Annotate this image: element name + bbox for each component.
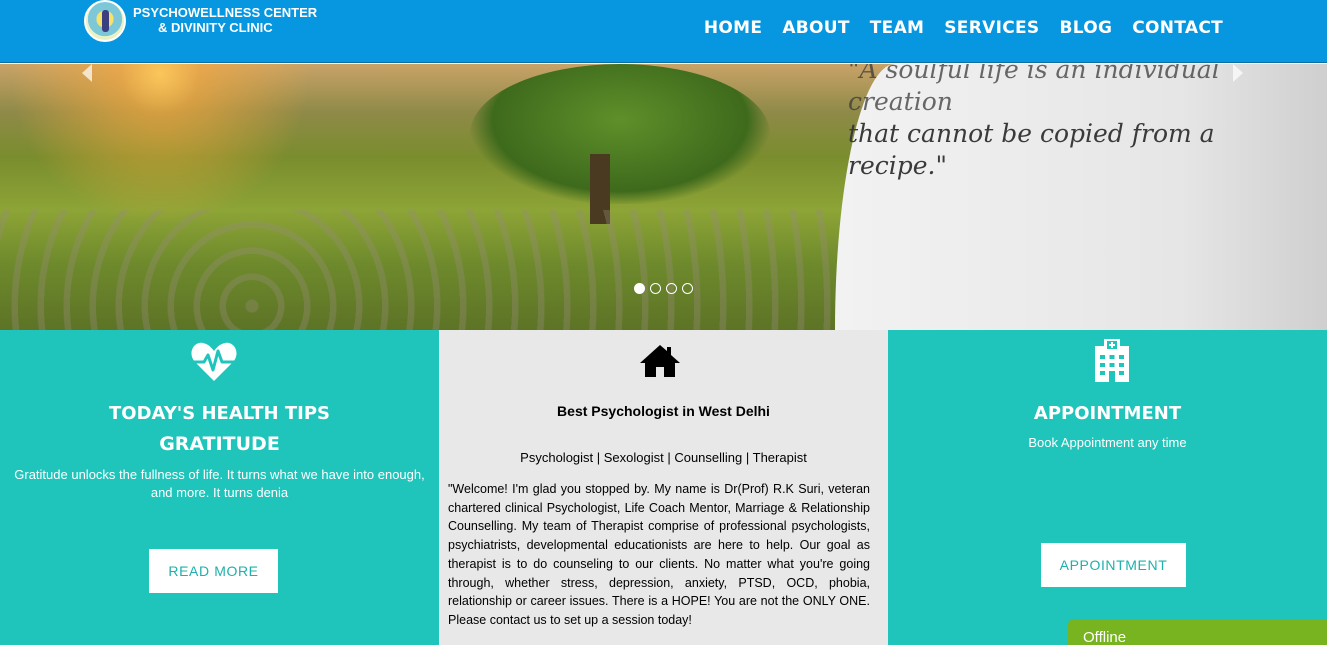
main-nav: HOME ABOUT TEAM SERVICES BLOG CONTACT [704, 18, 1223, 38]
chat-offline-widget[interactable]: Offline [1068, 619, 1327, 645]
hero-landscape [0, 210, 840, 330]
heartbeat-icon [191, 342, 237, 381]
slider-dot-1[interactable] [634, 283, 645, 294]
slider-dot-4[interactable] [682, 283, 693, 294]
hospital-icon [1095, 339, 1129, 382]
slider-prev-arrow-icon[interactable] [82, 64, 92, 82]
slider-dot-2[interactable] [650, 283, 661, 294]
slider-next-arrow-icon[interactable] [1233, 64, 1243, 82]
tips-text: Gratitude unlocks the fullness of life. … [14, 467, 425, 500]
hero-quote: "A soulful life is an individual creatio… [848, 64, 1318, 182]
home-icon [640, 345, 680, 377]
nav-about[interactable]: ABOUT [782, 18, 849, 38]
about-panel: Best Psychologist in West Delhi Psycholo… [439, 330, 888, 645]
nav-team[interactable]: TEAM [870, 18, 924, 38]
nav-contact[interactable]: CONTACT [1132, 18, 1223, 38]
quote-line-2: that cannot be copied from a recipe." [848, 119, 1215, 180]
tips-subtitle: GRATITUDE [159, 433, 280, 455]
appointment-panel: APPOINTMENT Book Appointment any time AP… [888, 330, 1327, 645]
brand-name[interactable]: PSYCHOWELLNESS CENTER & DIVINITY CLINIC [133, 5, 317, 35]
about-body: "Welcome! I'm glad you stopped by. My na… [448, 482, 870, 627]
hero-slider: "A soulful life is an individual creatio… [0, 64, 1327, 330]
nav-blog[interactable]: BLOG [1059, 18, 1112, 38]
quote-line-1: "A soulful life is an individual creatio… [848, 64, 1220, 116]
nav-services[interactable]: SERVICES [944, 18, 1039, 38]
about-tags: Psychologist | Sexologist | Counselling … [520, 450, 807, 465]
read-more-button[interactable]: READ MORE [149, 549, 278, 593]
slider-dot-3[interactable] [666, 283, 677, 294]
about-title: Best Psychologist in West Delhi [557, 403, 770, 419]
appointment-title: APPOINTMENT [1033, 403, 1182, 424]
slider-pagination [634, 283, 693, 294]
nav-home[interactable]: HOME [704, 18, 762, 38]
appointment-button[interactable]: APPOINTMENT [1041, 543, 1186, 587]
brand-line-2: & DIVINITY CLINIC [158, 20, 273, 35]
brand-line-1: PSYCHOWELLNESS CENTER [133, 5, 318, 20]
hero-tree-image [470, 64, 770, 204]
health-tips-panel: TODAY'S HEALTH TIPS GRATITUDE Gratitude … [0, 330, 439, 645]
site-header: PSYCHOWELLNESS CENTER & DIVINITY CLINIC … [0, 0, 1327, 63]
clinic-logo[interactable] [84, 0, 126, 42]
tips-title: TODAY'S HEALTH TIPS [108, 403, 331, 424]
appointment-subtitle: Book Appointment any time [1028, 435, 1187, 450]
